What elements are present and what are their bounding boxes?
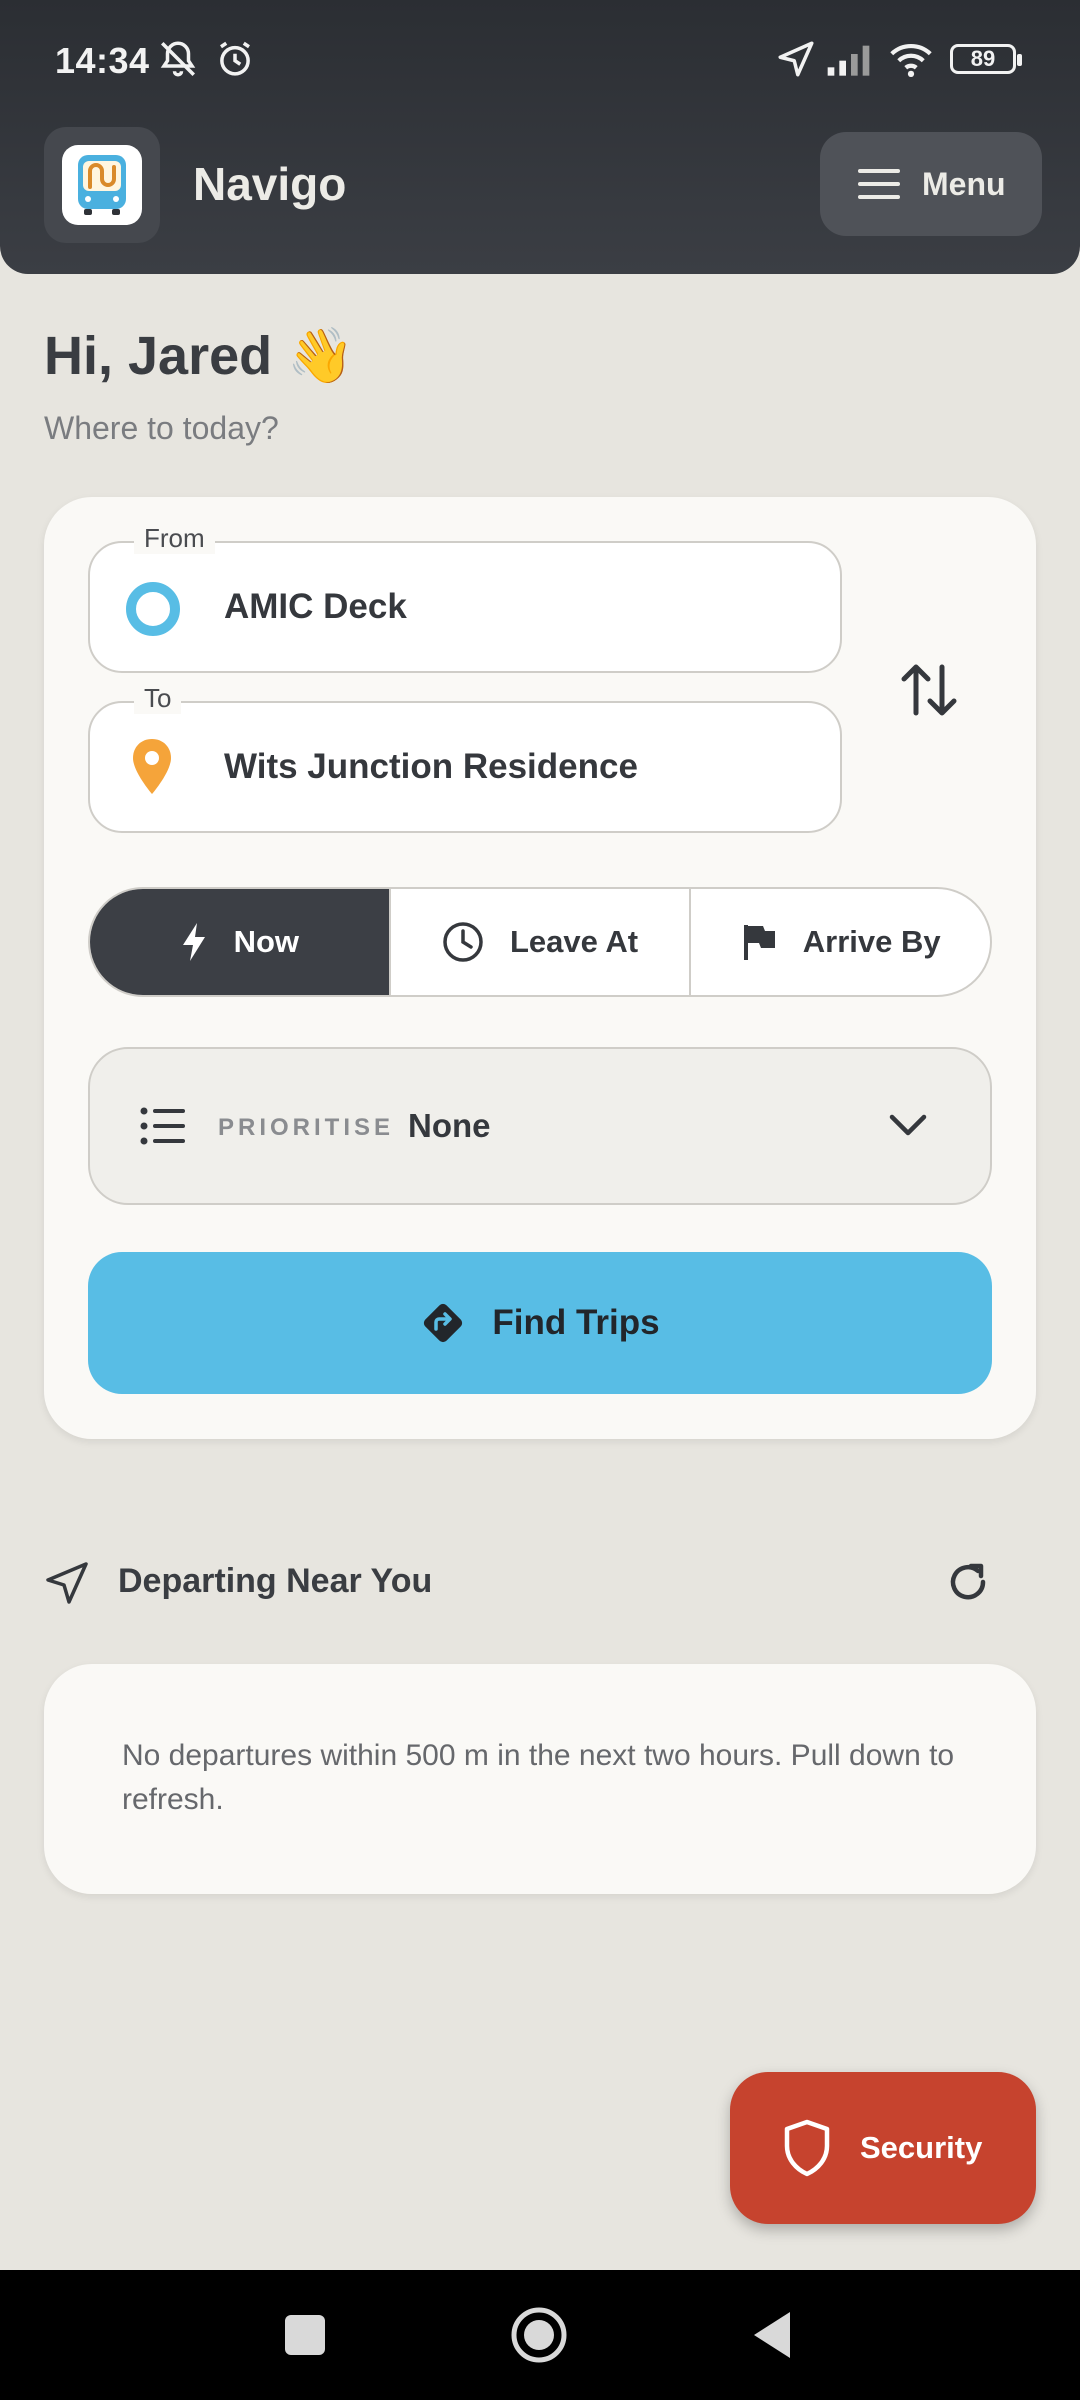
swap-direction-icon[interactable] xyxy=(894,655,964,725)
prioritise-dropdown[interactable]: PRIORITISE None xyxy=(88,1047,992,1205)
time-mode-label: Now xyxy=(233,924,300,959)
prioritise-label: PRIORITISE xyxy=(218,1114,395,1141)
directions-icon xyxy=(424,1303,463,1343)
destination-pin-icon xyxy=(133,739,171,794)
greeting-title: Hi, Jared 👋 xyxy=(44,325,354,388)
from-value: AMIC Deck xyxy=(224,587,407,626)
time-mode-label: Arrive By xyxy=(802,924,941,959)
chevron-down-icon xyxy=(889,1114,927,1136)
home-circle-icon[interactable] xyxy=(510,2306,568,2364)
system-navigation-bar xyxy=(0,2270,1080,2400)
flag-icon xyxy=(743,925,775,960)
to-field[interactable]: To Wits Junction Residence xyxy=(88,683,842,833)
departures-empty-message: No departures within 500 m in the next t… xyxy=(122,1739,955,1816)
status-time: 14:34 xyxy=(55,40,150,81)
find-trips-label: Find Trips xyxy=(492,1303,660,1342)
departures-empty-card: No departures within 500 m in the next t… xyxy=(44,1664,1036,1894)
battery-icon: 89 xyxy=(950,44,1022,74)
alarm-icon xyxy=(220,41,250,76)
greeting-text: Hi, Jared xyxy=(44,326,273,386)
to-value: Wits Junction Residence xyxy=(224,747,638,786)
shield-icon xyxy=(784,2119,830,2177)
wave-emoji: 👋 xyxy=(287,326,355,386)
clock-icon xyxy=(443,922,483,962)
app-header: 14:34 89 Navigo Menu xyxy=(0,0,1080,274)
departures-title: Departing Near You xyxy=(118,1562,433,1600)
time-mode-label: Leave At xyxy=(509,924,639,959)
time-mode-leave-at[interactable]: Leave At xyxy=(388,889,690,995)
status-bar: 14:34 89 xyxy=(0,0,1080,120)
find-trips-button[interactable]: Find Trips xyxy=(88,1252,992,1394)
list-icon xyxy=(140,1107,185,1145)
security-label: Security xyxy=(860,2130,983,2165)
bus-logo-icon xyxy=(78,155,126,215)
refresh-icon[interactable] xyxy=(944,1558,992,1606)
menu-label: Menu xyxy=(922,165,1006,202)
trip-planner-card: From AMIC Deck To Wits Junction Residenc… xyxy=(44,497,1036,1439)
from-label: From xyxy=(134,523,215,554)
navigation-arrow-icon xyxy=(46,1562,88,1604)
hamburger-menu-icon xyxy=(858,169,900,199)
security-button[interactable]: Security xyxy=(730,2072,1036,2224)
signal-icon xyxy=(827,45,870,76)
mute-bell-icon xyxy=(160,41,196,77)
menu-button[interactable]: Menu xyxy=(820,132,1042,236)
app-title: Navigo xyxy=(193,158,347,210)
time-mode-arrive-by[interactable]: Arrive By xyxy=(689,889,990,995)
departures-header: Departing Near You xyxy=(44,1552,1036,1612)
from-field[interactable]: From AMIC Deck xyxy=(88,523,842,673)
location-arrow-icon xyxy=(778,41,814,77)
back-triangle-icon[interactable] xyxy=(752,2310,792,2360)
time-mode-now[interactable]: Now xyxy=(90,889,389,995)
origin-circle-icon xyxy=(126,582,180,636)
greeting-subtitle: Where to today? xyxy=(44,410,279,446)
prioritise-value: None xyxy=(408,1107,491,1144)
to-label: To xyxy=(134,683,182,714)
recents-square-icon[interactable] xyxy=(284,2314,326,2356)
time-mode-selector: Now Leave At Arrive By xyxy=(88,887,992,997)
bolt-icon xyxy=(182,923,205,961)
app-logo xyxy=(44,127,160,243)
wifi-icon xyxy=(890,43,932,78)
